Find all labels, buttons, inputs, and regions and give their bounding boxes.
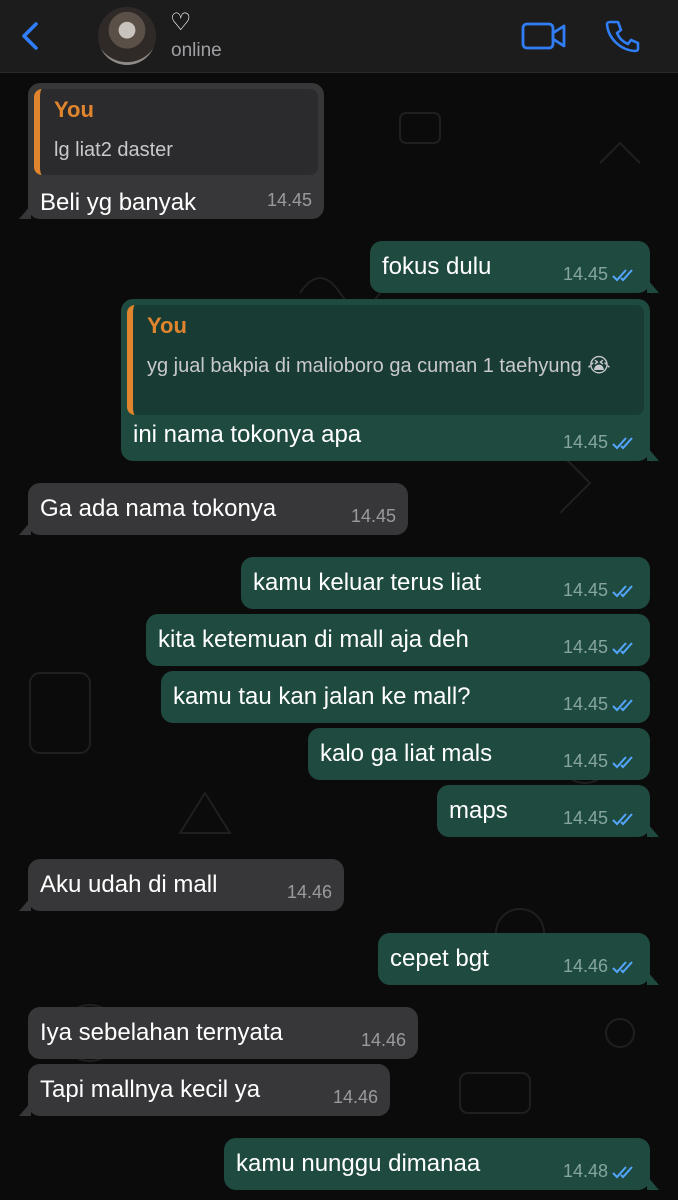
quote-text: yg jual bakpia di malioboro ga cuman 1 t… — [147, 355, 611, 377]
back-button[interactable] — [14, 18, 50, 54]
message-time: 14.45 — [563, 580, 638, 601]
phone-icon — [605, 20, 640, 53]
voice-call-button[interactable] — [604, 18, 640, 54]
message-text: Iya sebelahan ternyata — [40, 1019, 283, 1046]
bubble-tail — [647, 823, 659, 837]
message-text: ini nama tokonya apa — [133, 421, 362, 448]
bubble-tail — [19, 205, 31, 219]
bubble-tail — [647, 1176, 659, 1190]
message-time: 14.45 — [563, 264, 638, 285]
message-time: 14.45 — [266, 190, 312, 210]
message-text: maps — [449, 797, 508, 824]
quoted-message[interactable]: You lg liat2 daster — [34, 89, 318, 175]
message-bubble-incoming[interactable]: Iya sebelahan ternyata 14.46 — [28, 1007, 418, 1059]
double-check-icon — [612, 641, 633, 654]
quote-author: You — [54, 97, 94, 122]
message-list[interactable]: You lg liat2 daster Beli yg banyak 14.45… — [0, 73, 678, 1200]
message-bubble-outgoing[interactable]: kamu nunggu dimanaa 14.48 — [224, 1138, 659, 1190]
bubble-tail — [19, 1102, 31, 1116]
message-time: 14.45 — [563, 637, 638, 658]
quoted-message[interactable]: You yg jual bakpia di malioboro ga cuman… — [127, 305, 644, 415]
message-text: Tapi mallnya kecil ya — [40, 1076, 261, 1103]
quote-author: You — [147, 313, 187, 338]
video-call-button[interactable] — [521, 19, 567, 53]
message-text: kamu nunggu dimanaa — [236, 1150, 481, 1177]
message-bubble-outgoing[interactable]: You yg jual bakpia di malioboro ga cuman… — [121, 299, 659, 461]
message-time: 14.45 — [563, 808, 638, 829]
double-check-icon — [612, 960, 633, 973]
message-text: Aku udah di mall — [40, 871, 218, 898]
bubble-tail — [19, 521, 31, 535]
message-bubble-outgoing[interactable]: cepet bgt 14.46 — [378, 933, 659, 985]
double-check-icon — [612, 812, 633, 825]
message-time: 14.46 — [360, 1030, 406, 1050]
message-time: 14.46 — [563, 956, 638, 977]
chat-header: ♡ online — [0, 0, 678, 73]
message-bubble-outgoing[interactable]: kamu keluar terus liat 14.45 — [241, 557, 650, 609]
message-text: kita ketemuan di mall aja deh — [158, 626, 469, 653]
chevron-left-icon — [22, 22, 38, 50]
message-text: Beli yg banyak — [40, 189, 197, 216]
message-time: 14.45 — [563, 432, 638, 453]
double-check-icon — [612, 755, 633, 768]
message-time: 14.48 — [563, 1161, 638, 1182]
bubble-tail — [647, 279, 659, 293]
double-check-icon — [612, 436, 633, 449]
contact-status: online — [171, 40, 222, 61]
bubble-tail — [647, 971, 659, 985]
message-bubble-incoming[interactable]: You lg liat2 daster Beli yg banyak 14.45 — [19, 83, 324, 219]
message-text: Ga ada nama tokonya — [40, 495, 277, 522]
bubble-tail — [647, 447, 659, 461]
message-bubble-outgoing[interactable]: kalo ga liat mals 14.45 — [308, 728, 650, 780]
message-bubble-incoming[interactable]: Ga ada nama tokonya 14.45 — [19, 483, 408, 535]
bubble-tail — [19, 897, 31, 911]
message-text: kamu tau kan jalan ke mall? — [173, 683, 471, 710]
double-check-icon — [612, 1165, 633, 1178]
message-text: cepet bgt — [390, 945, 489, 972]
double-check-icon — [612, 268, 633, 281]
message-bubble-outgoing[interactable]: maps 14.45 — [437, 785, 659, 837]
message-time: 14.46 — [286, 882, 332, 902]
message-bubble-incoming[interactable]: Aku udah di mall 14.46 — [19, 859, 344, 911]
avatar[interactable] — [98, 7, 156, 65]
message-time: 14.45 — [563, 751, 638, 772]
message-text: fokus dulu — [382, 253, 492, 280]
message-time: 14.45 — [563, 694, 638, 715]
message-time: 14.46 — [332, 1087, 378, 1107]
message-text: kalo ga liat mals — [320, 740, 493, 767]
double-check-icon — [612, 698, 633, 711]
message-time: 14.45 — [350, 506, 396, 526]
message-bubble-outgoing[interactable]: kamu tau kan jalan ke mall? 14.45 — [161, 671, 650, 723]
message-bubble-outgoing[interactable]: fokus dulu 14.45 — [370, 241, 659, 293]
message-bubble-incoming[interactable]: Tapi mallnya kecil ya 14.46 — [19, 1064, 390, 1116]
message-bubble-outgoing[interactable]: kita ketemuan di mall aja deh 14.45 — [146, 614, 650, 666]
message-text: kamu keluar terus liat — [253, 569, 482, 596]
contact-name[interactable]: ♡ — [170, 10, 192, 36]
video-camera-icon — [521, 22, 566, 50]
double-check-icon — [612, 584, 633, 597]
quote-text: lg liat2 daster — [54, 139, 173, 161]
